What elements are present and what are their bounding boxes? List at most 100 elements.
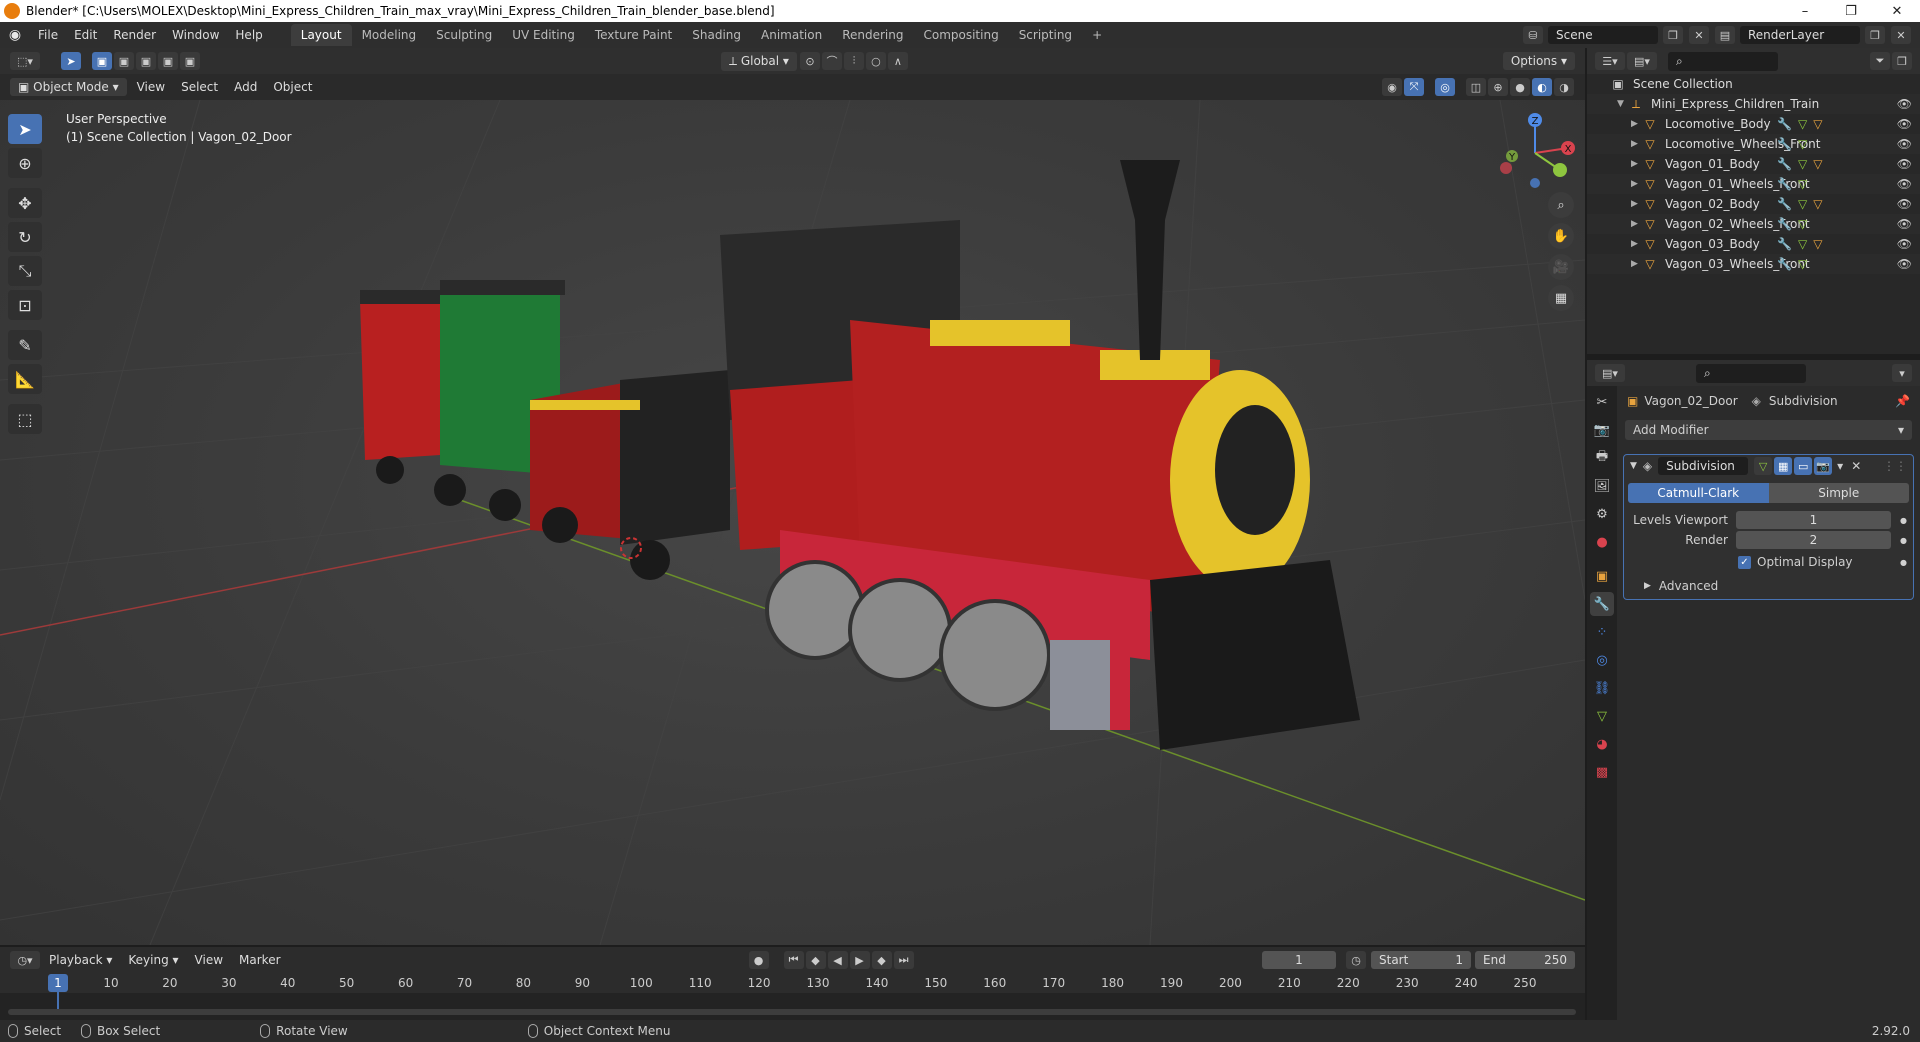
train-collection-row[interactable]: ▼ ⟂ Mini_Express_Children_Train 👁 [1587, 94, 1920, 114]
mesh-data-icon[interactable]: ▽ [1798, 177, 1807, 191]
timeline[interactable]: 1 10 20 30 40 50 60 70 80 90 100 110 120 130 140 150 160… [0, 973, 1585, 1020]
current-frame-marker[interactable]: 1 [48, 974, 68, 992]
play-icon[interactable]: ▶ [849, 951, 870, 969]
modifier-collapse-icon[interactable]: ▼ [1630, 461, 1637, 471]
tab-scripting[interactable]: Scripting [1009, 24, 1082, 46]
end-frame-field[interactable]: End 250 [1475, 951, 1575, 969]
object-tab-icon[interactable]: ▣ [1590, 564, 1614, 588]
timeline-menu-view[interactable]: View [187, 953, 231, 967]
expand-arrow-icon[interactable]: ▶ [1631, 199, 1643, 209]
render-display-icon[interactable]: 📷 [1814, 457, 1833, 475]
select-new-icon[interactable]: ▣ [92, 52, 112, 70]
snap-icon[interactable]: ⌒ [821, 52, 842, 70]
select-box-tool-icon[interactable]: ➤ [8, 114, 42, 144]
modifier-menu-icon[interactable]: ▾ [1837, 459, 1843, 473]
outliner-editor-type-icon[interactable]: ☰▾ [1595, 52, 1625, 70]
viewport-menu-object[interactable]: Object [265, 80, 320, 94]
viewport-menu-view[interactable]: View [129, 80, 173, 94]
render-levels-field[interactable]: 2 [1736, 531, 1891, 549]
outliner-item[interactable]: ▶ ▽ Vagon_02_Body 🔧 ▽ ▽ 👁 [1587, 194, 1920, 214]
grid-view-icon[interactable]: ▦ [1548, 285, 1574, 311]
visibility-icon[interactable]: ◉ [1382, 78, 1402, 96]
properties-search-input[interactable]: ⌕ [1696, 363, 1806, 383]
modifier-icon[interactable]: 🔧 [1777, 137, 1792, 151]
drag-handle-icon[interactable]: ⋮⋮ [1883, 459, 1907, 473]
tab-compositing[interactable]: Compositing [913, 24, 1008, 46]
delete-scene-icon[interactable]: ✕ [1689, 26, 1709, 44]
expand-arrow-icon[interactable]: ▶ [1631, 139, 1643, 149]
display-mode-icon[interactable]: ▤▾ [1627, 52, 1657, 70]
filter-icon[interactable]: ⏷ [1870, 52, 1890, 70]
viewport-menu-select[interactable]: Select [173, 80, 226, 94]
scene-field[interactable]: Scene [1548, 26, 1658, 44]
xray-icon[interactable]: ◫ [1466, 78, 1486, 96]
modifier-tab-icon[interactable]: 🔧 [1590, 592, 1614, 616]
menu-edit[interactable]: Edit [66, 28, 105, 42]
menu-file[interactable]: File [30, 28, 66, 42]
on-cage-icon[interactable]: ▽ [1754, 457, 1773, 475]
pin-icon[interactable]: 📌 [1895, 394, 1910, 408]
record-icon[interactable]: ● [748, 951, 769, 969]
mode-dropdown[interactable]: ▣ Object Mode ▾ [10, 78, 127, 96]
simple-button[interactable]: Simple [1768, 483, 1909, 503]
mesh-data-icon[interactable]: ▽ [1798, 197, 1807, 211]
overlay-toggle-icon[interactable]: ◎ [1435, 78, 1455, 96]
material-icon[interactable]: ▽ [1813, 237, 1822, 251]
constraints-tab-icon[interactable]: ⛓ [1590, 676, 1614, 700]
new-scene-icon[interactable]: ❐ [1663, 26, 1683, 44]
tab-animation[interactable]: Animation [751, 24, 832, 46]
modifier-icon[interactable]: 🔧 [1777, 237, 1792, 251]
visibility-eye-icon[interactable]: 👁 [1897, 157, 1912, 171]
tool-tab-icon[interactable]: ✂ [1590, 390, 1614, 414]
mesh-data-icon[interactable]: ▽ [1798, 117, 1807, 131]
modifier-icon[interactable]: 🔧 [1777, 177, 1792, 191]
tab-texture-paint[interactable]: Texture Paint [585, 24, 682, 46]
minimize-button[interactable]: – [1782, 4, 1828, 19]
expand-arrow-icon[interactable]: ▶ [1631, 259, 1643, 269]
outliner-item[interactable]: ▶ ▽ Vagon_03_Body 🔧 ▽ ▽ 👁 [1587, 234, 1920, 254]
next-keyframe-icon[interactable]: ◆ [871, 951, 892, 969]
modifier-icon[interactable]: 🔧 [1777, 157, 1792, 171]
mesh-data-icon[interactable]: ▽ [1798, 157, 1807, 171]
outliner-item[interactable]: ▶ ▽ Vagon_01_Wheels_Front 🔧 ▽ 👁 [1587, 174, 1920, 194]
measure-tool-icon[interactable]: 📐 [8, 364, 42, 394]
annotate-tool-icon[interactable]: ✎ [8, 330, 42, 360]
view-layer-tab-icon[interactable]: 🖼 [1590, 474, 1614, 498]
start-frame-field[interactable]: Start 1 [1371, 951, 1471, 969]
proportional-edit-icon[interactable]: ○ [865, 52, 886, 70]
outliner-item[interactable]: ▶ ▽ Locomotive_Body 🔧 ▽ ▽ 👁 [1587, 114, 1920, 134]
collapse-arrow-icon[interactable]: ▼ [1617, 99, 1629, 109]
expand-arrow-icon[interactable]: ▶ [1631, 119, 1643, 129]
pivot-icon[interactable]: ⊙ [799, 52, 820, 70]
expand-arrow-icon[interactable]: ▶ [1631, 159, 1643, 169]
mesh-data-icon[interactable]: ▽ [1798, 137, 1807, 151]
scene-collection-row[interactable]: ▣ Scene Collection [1587, 74, 1920, 94]
rendered-shading-icon[interactable]: ◑ [1554, 78, 1574, 96]
move-tool-icon[interactable]: ✥ [8, 188, 42, 218]
mesh-data-icon[interactable]: ▽ [1798, 237, 1807, 251]
close-button[interactable]: ✕ [1874, 4, 1920, 19]
tab-modeling[interactable]: Modeling [352, 24, 427, 46]
modifier-icon[interactable]: 🔧 [1777, 197, 1792, 211]
transform-tool-icon[interactable]: ⊡ [8, 290, 42, 320]
mesh-data-icon[interactable]: ▽ [1798, 217, 1807, 231]
transform-orientation-dropdown[interactable]: ⟂ Global ▾ [721, 51, 797, 71]
visibility-eye-icon[interactable]: 👁 [1897, 137, 1912, 151]
keyframe-dot-icon[interactable]: ● [1891, 536, 1907, 545]
physics-tab-icon[interactable]: ◎ [1590, 648, 1614, 672]
texture-tab-icon[interactable]: ▩ [1590, 760, 1614, 784]
neg-x-axis-icon[interactable] [1500, 162, 1512, 174]
wireframe-shading-icon[interactable]: ⊕ [1488, 78, 1508, 96]
tab-sculpting[interactable]: Sculpting [426, 24, 502, 46]
visibility-eye-icon[interactable]: 👁 [1897, 197, 1912, 211]
select-intersect-icon[interactable]: ▣ [180, 52, 200, 70]
train-model[interactable] [360, 160, 1360, 750]
viewport-menu-add[interactable]: Add [226, 80, 265, 94]
navigation-gizmo[interactable]: Z X Y [1490, 108, 1580, 198]
cursor-tool-icon[interactable]: ⊕ [8, 148, 42, 178]
properties-options-icon[interactable]: ▾ [1892, 364, 1912, 382]
outliner-item[interactable]: ▶ ▽ Locomotive_Wheels_Front 🔧 ▽ 👁 [1587, 134, 1920, 154]
tab-uv-editing[interactable]: UV Editing [502, 24, 585, 46]
world-tab-icon[interactable]: ● [1590, 530, 1614, 554]
editor-type-icon[interactable]: ⬚▾ [10, 52, 40, 70]
